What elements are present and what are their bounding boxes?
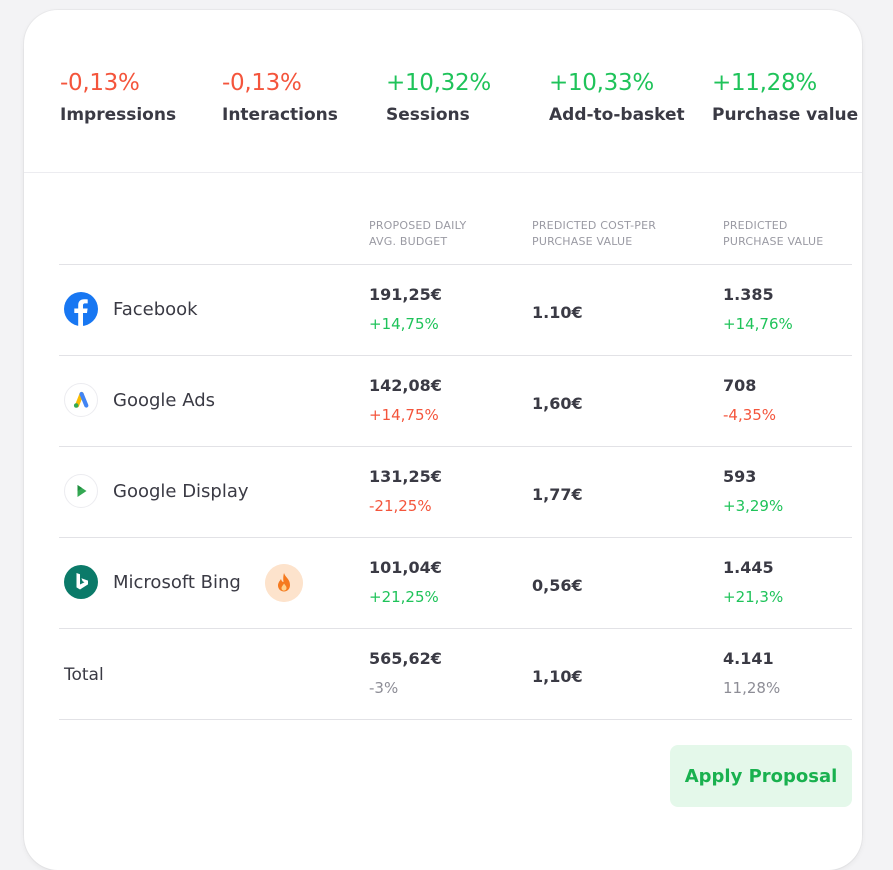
flame-icon (265, 564, 303, 602)
purchase-value: 593 (723, 467, 757, 486)
apply-proposal-button[interactable]: Apply Proposal (670, 745, 852, 807)
table-header: PROPOSED DAILY AVG. BUDGET PREDICTED COS… (59, 172, 852, 265)
total-row: Total 565,62€ -3% 1,10€ 4.141 11,28% (59, 629, 852, 720)
kpi-add-to-basket: +10,33% Add-to-basket (549, 68, 685, 126)
purchase-value-change: +3,29% (723, 497, 784, 515)
kpi-label: Sessions (386, 105, 470, 125)
budget-value: 191,25€ (369, 285, 442, 304)
purchase-value-change: +14,76% (723, 315, 793, 333)
table-row[interactable]: Google Display 131,25€ -21,25% 1,77€ 593… (59, 447, 852, 538)
channel-name: Google Display (113, 481, 249, 502)
budget-change: +14,75% (369, 315, 439, 333)
kpi-label: Impressions (60, 105, 177, 125)
channel-name: Microsoft Bing (113, 572, 241, 593)
budget-value: 101,04€ (369, 558, 442, 577)
kpi-value: -0,13% (222, 70, 302, 96)
kpi-value: +10,33% (549, 70, 654, 96)
kpi-impressions: -0,13% Impressions (60, 68, 176, 126)
kpi-label: Interactions (222, 105, 338, 125)
kpi-value: +10,32% (386, 70, 491, 96)
channel-name: Google Ads (113, 390, 215, 411)
budget-change: +21,25% (369, 588, 439, 606)
header-budget: PROPOSED DAILY AVG. BUDGET (369, 219, 467, 248)
purchase-value-change: -4,35% (723, 406, 777, 424)
kpi-label: Add-to-basket (549, 105, 685, 125)
header-cost-per-purchase: PREDICTED COST-PER PURCHASE VALUE (532, 219, 657, 248)
cost-per-purchase: 1,60€ (532, 394, 583, 413)
total-purchase-value: 4.141 (723, 649, 774, 668)
microsoft-bing-icon (64, 565, 98, 599)
purchase-value: 1.385 (723, 285, 774, 304)
budget-value: 131,25€ (369, 467, 442, 486)
google-ads-icon (64, 383, 98, 417)
cost-per-purchase: 1,77€ (532, 485, 583, 504)
total-budget: 565,62€ (369, 649, 442, 668)
header-purchase-value: PREDICTED PURCHASE VALUE (723, 219, 824, 248)
table-row[interactable]: Facebook 191,25€ +14,75% 1.10€ 1.385 +14… (59, 265, 852, 356)
kpi-sessions: +10,32% Sessions (386, 68, 491, 126)
google-display-icon (64, 474, 98, 508)
facebook-icon (64, 292, 98, 326)
channel-table: PROPOSED DAILY AVG. BUDGET PREDICTED COS… (59, 172, 852, 720)
budget-change: -21,25% (369, 497, 432, 515)
kpi-label: Purchase value (712, 105, 859, 125)
purchase-value: 708 (723, 376, 757, 395)
kpi-value: -0,13% (60, 70, 140, 96)
kpi-interactions: -0,13% Interactions (222, 68, 338, 126)
purchase-value: 1.445 (723, 558, 774, 577)
cost-per-purchase: 0,56€ (532, 576, 583, 595)
total-budget-change: -3% (369, 679, 399, 697)
total-cost-per-purchase: 1,10€ (532, 667, 583, 686)
kpi-value: +11,28% (712, 70, 817, 96)
total-label: Total (64, 665, 104, 685)
budget-value: 142,08€ (369, 376, 442, 395)
total-purchase-value-change: 11,28% (723, 679, 781, 697)
cost-per-purchase: 1.10€ (532, 303, 583, 322)
table-row[interactable]: Microsoft Bing 101,04€ +21,25% 0,56€ 1.4… (59, 538, 852, 629)
budget-change: +14,75% (369, 406, 439, 424)
proposal-card: -0,13% Impressions -0,13% Interactions +… (24, 10, 862, 870)
purchase-value-change: +21,3% (723, 588, 784, 606)
kpi-summary: -0,13% Impressions -0,13% Interactions +… (24, 10, 862, 173)
table-row[interactable]: Google Ads 142,08€ +14,75% 1,60€ 708 -4,… (59, 356, 852, 447)
kpi-purchase-value: +11,28% Purchase value (712, 68, 858, 126)
channel-name: Facebook (113, 299, 198, 320)
